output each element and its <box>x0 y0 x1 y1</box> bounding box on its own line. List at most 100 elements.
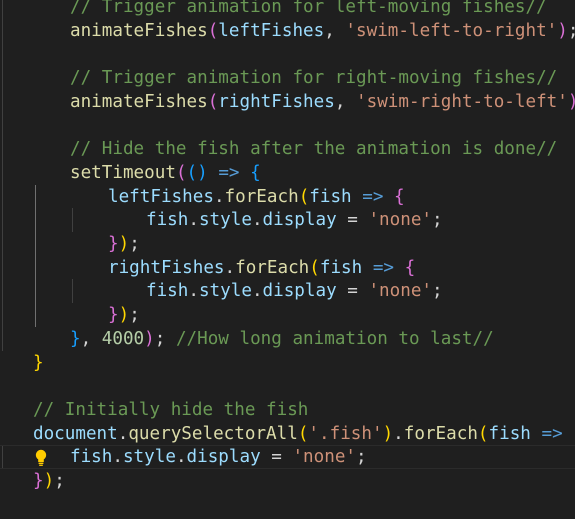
code-text: animateFishes(leftFishes, 'swim-left-to-… <box>70 19 575 43</box>
code-token: forEach <box>235 257 310 278</box>
code-token: . <box>175 447 187 468</box>
code-editor[interactable]: // Trigger animation for left-moving fis… <box>0 0 575 519</box>
code-text: rightFishes.forEach(fish => { <box>108 256 415 280</box>
code-line[interactable]: rightFishes.forEach(fish => { <box>0 256 575 280</box>
code-line[interactable]: leftFishes.forEach(fish => { <box>0 185 575 209</box>
code-line[interactable]: } <box>0 351 575 375</box>
code-token: 'none' <box>368 210 433 231</box>
code-token: ; <box>432 281 443 302</box>
code-token: => <box>362 186 384 207</box>
code-token: forEach <box>403 423 478 444</box>
code-token: display <box>262 281 337 302</box>
code-token: () <box>186 162 208 183</box>
code-token: . <box>393 423 404 444</box>
code-token: . <box>251 281 263 302</box>
code-line[interactable] <box>0 374 575 398</box>
code-line[interactable]: fish.style.display = 'none'; <box>0 208 575 232</box>
code-token: ( <box>309 257 320 278</box>
code-line[interactable]: // Hide the fish after the animation is … <box>0 137 575 161</box>
code-token: ; <box>154 328 176 349</box>
code-token: 'swim-left-to-right' <box>345 20 558 41</box>
code-token: ; <box>129 234 140 254</box>
code-token: . <box>251 210 263 231</box>
code-line[interactable]: setTimeout(() => { <box>0 161 575 185</box>
code-line[interactable]: document.querySelectorAll('.fish').forEa… <box>0 422 575 446</box>
code-text: document.querySelectorAll('.fish').forEa… <box>33 422 575 446</box>
code-token: ) <box>144 328 155 349</box>
code-token: ; <box>54 471 65 491</box>
code-token: ; <box>129 305 140 326</box>
code-token: . <box>188 210 199 231</box>
code-token: ) <box>557 20 568 41</box>
code-token: => <box>218 162 240 183</box>
code-token: display <box>262 210 337 231</box>
code-token: fish <box>309 186 352 207</box>
code-line[interactable]: animateFishes(leftFishes, 'swim-left-to-… <box>0 19 575 43</box>
code-token: leftFishes <box>218 20 325 41</box>
code-token: ; <box>356 447 367 468</box>
code-token: animateFishes <box>70 91 208 112</box>
code-text: }); <box>108 232 140 256</box>
code-token: // Hide the fish after the animation is … <box>70 139 558 160</box>
code-token: = <box>336 210 369 231</box>
code-text: // Initially hide the fish <box>33 398 308 422</box>
code-token: ( <box>297 423 309 444</box>
code-token: , <box>80 328 102 349</box>
code-token: => <box>541 423 563 444</box>
code-token: . <box>112 447 123 468</box>
code-line[interactable]: }, 4000); //How long animation to last// <box>0 327 575 351</box>
code-line[interactable] <box>0 42 575 66</box>
code-token: = <box>336 281 369 302</box>
code-line[interactable]: }); <box>0 232 575 256</box>
code-line[interactable]: fish.style.display = 'none'; <box>0 279 575 303</box>
code-token: ) <box>568 92 575 112</box>
code-line[interactable]: fish.style.display = 'none'; <box>0 445 575 470</box>
code-token: ( <box>207 20 219 41</box>
code-text: // Hide the fish after the animation is … <box>70 137 557 161</box>
code-token: . <box>213 186 225 207</box>
code-token: } <box>108 234 119 254</box>
code-token: 'none' <box>292 447 357 468</box>
code-text: // Trigger animation for left-moving fis… <box>70 0 547 19</box>
code-token: '.fish' <box>308 423 383 444</box>
code-token: } <box>108 305 119 326</box>
code-token: forEach <box>224 186 299 207</box>
code-token: rightFishes <box>108 257 225 278</box>
code-token: //How long animation to last// <box>175 328 494 349</box>
code-line[interactable]: animateFishes(rightFishes, 'swim-right-t… <box>0 90 575 114</box>
lightbulb-icon[interactable] <box>33 446 49 470</box>
code-line[interactable]: // Trigger animation for left-moving fis… <box>0 0 575 19</box>
code-token: { <box>250 162 261 183</box>
code-token: ( <box>175 162 187 183</box>
code-text: animateFishes(rightFishes, 'swim-right-t… <box>70 90 575 114</box>
code-line[interactable]: // Trigger animation for right-moving fi… <box>0 66 575 90</box>
code-token: fish <box>70 447 113 468</box>
code-token: } <box>70 328 81 349</box>
code-line[interactable] <box>0 114 575 138</box>
code-token: ( <box>207 91 219 112</box>
code-token: ; <box>568 21 575 41</box>
code-text: setTimeout(() => { <box>70 161 261 185</box>
code-token: fish <box>146 210 189 231</box>
code-token: ) <box>118 305 130 326</box>
code-line[interactable]: }); <box>0 469 575 493</box>
code-text: }); <box>108 303 140 327</box>
code-text: fish.style.display = 'none'; <box>146 208 443 232</box>
code-line[interactable]: // Initially hide the fish <box>0 398 575 422</box>
code-token: 'none' <box>368 281 433 302</box>
code-token: animateFishes <box>70 20 208 41</box>
code-token: } <box>33 352 44 373</box>
code-token: ( <box>477 423 489 444</box>
code-text: leftFishes.forEach(fish => { <box>108 185 405 209</box>
code-text: fish.style.display = 'none'; <box>146 279 443 303</box>
code-token: display <box>186 447 261 468</box>
code-token: . <box>224 257 236 278</box>
code-token: => <box>372 257 395 278</box>
code-line[interactable]: }); <box>0 303 575 327</box>
